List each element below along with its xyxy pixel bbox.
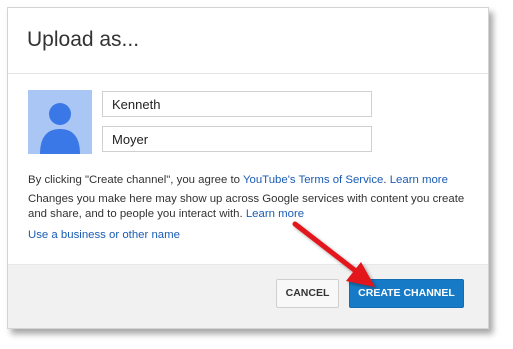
terms-of-service-link[interactable]: YouTube's Terms of Service [243, 174, 383, 186]
learn-more-link-changes[interactable]: Learn more [246, 208, 304, 220]
terms-agreement-text: By clicking "Create channel", you agree … [28, 173, 478, 188]
changes-notice-text: Changes you make here may show up across… [28, 192, 478, 222]
dialog-header: Upload as... [8, 8, 488, 74]
cancel-button[interactable]: CANCEL [276, 279, 339, 308]
last-name-field[interactable] [102, 126, 372, 152]
learn-more-link-terms[interactable]: Learn more [390, 174, 448, 186]
first-name-field[interactable] [102, 91, 372, 117]
upload-as-dialog: Upload as... By clicking "Create channel… [7, 7, 489, 329]
terms-prefix: By clicking "Create channel", you agree … [28, 174, 243, 186]
default-avatar-icon [28, 90, 92, 154]
dialog-footer: CANCEL CREATE CHANNEL [8, 264, 488, 328]
dialog-title: Upload as... [27, 28, 140, 51]
create-channel-button[interactable]: CREATE CHANNEL [349, 279, 464, 308]
screenshot-canvas: Upload as... By clicking "Create channel… [0, 0, 513, 349]
use-business-name-link[interactable]: Use a business or other name [28, 229, 180, 241]
